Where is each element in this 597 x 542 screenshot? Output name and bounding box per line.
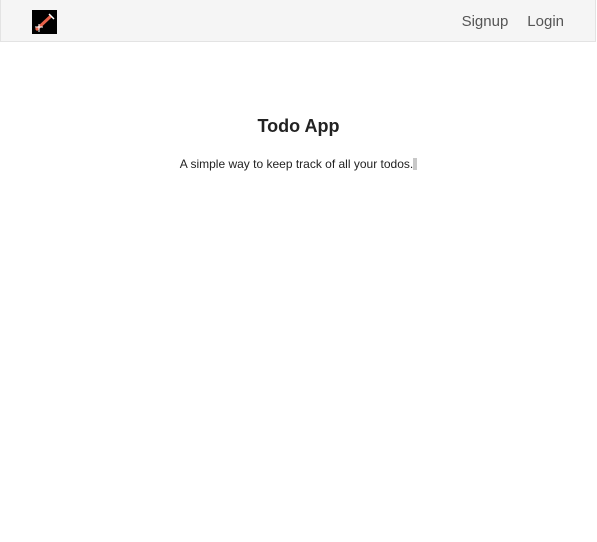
signup-link[interactable]: Signup <box>462 13 509 30</box>
subtitle-text: A simple way to keep track of all your t… <box>179 157 414 171</box>
pencil-logo-icon <box>34 13 55 32</box>
login-link[interactable]: Login <box>527 13 564 30</box>
main-content: Todo App A simple way to keep track of a… <box>0 42 597 171</box>
nav-links: Signup Login <box>443 0 564 42</box>
page-subtitle: A simple way to keep track of all your t… <box>0 157 597 171</box>
brand-logo[interactable] <box>32 10 57 34</box>
text-cursor <box>413 158 418 170</box>
page-title: Todo App <box>257 116 340 136</box>
navbar: Signup Login <box>0 0 596 42</box>
